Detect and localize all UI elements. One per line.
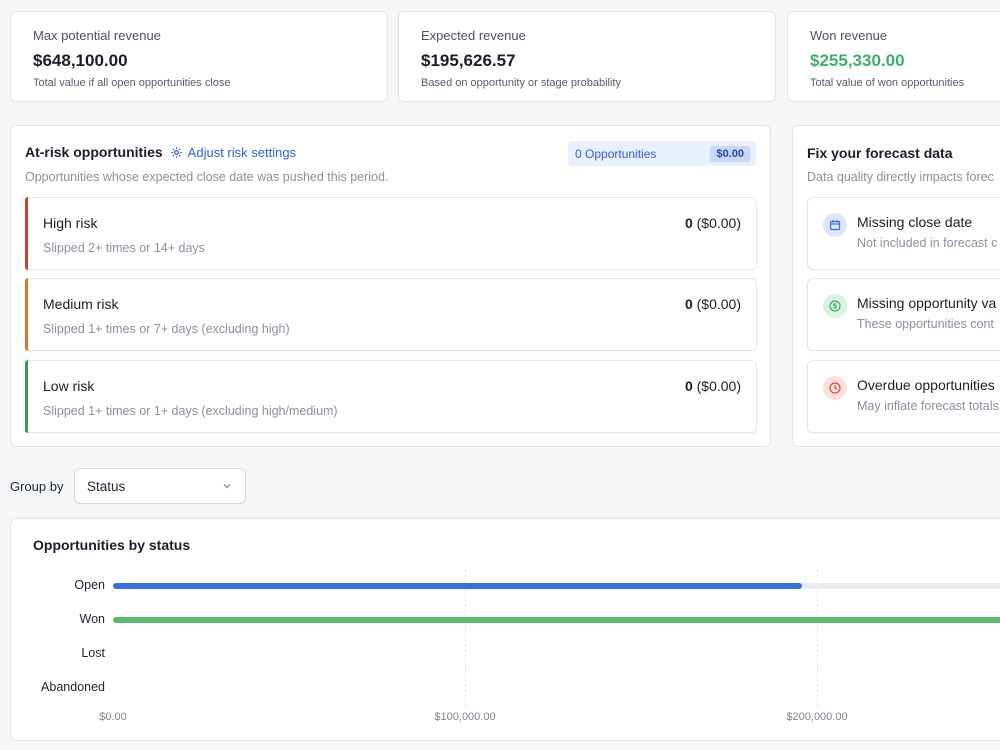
fix-row-name: Missing close date: [857, 214, 973, 230]
stat-value: $195,626.57: [421, 51, 516, 70]
stat-subtext: Total value if all open opportunities cl…: [33, 77, 231, 89]
risk-description: Slipped 1+ times or 7+ days (excluding h…: [43, 322, 290, 336]
opportunities-chart-card: Opportunities by status Open Won Lost Aband…: [10, 518, 1000, 741]
gridline: [817, 569, 818, 707]
at-risk-panel: At-risk opportunities Adjust risk settin…: [10, 125, 771, 447]
stat-value: $255,330.00: [810, 51, 905, 70]
chart-area: Open Won Lost Abandoned $0.00 $100,000.00 $200…: [11, 519, 1000, 740]
risk-name: High risk: [43, 215, 98, 231]
group-by-label: Group by: [10, 479, 64, 494]
risk-count-number: 0: [684, 215, 693, 231]
clock-icon: [823, 376, 847, 400]
at-risk-summary-pill: 0 Opportunities $0.00: [568, 141, 756, 166]
risk-count: 0 ($0.00): [685, 296, 741, 312]
group-by-select[interactable]: Status: [74, 468, 246, 504]
risk-count: 0 ($0.00): [685, 215, 741, 231]
adjust-risk-settings-link[interactable]: Adjust risk settings: [170, 145, 296, 160]
stat-label: Max potential revenue: [33, 28, 161, 43]
fix-forecast-title: Fix your forecast data: [807, 145, 953, 161]
calendar-icon: [823, 213, 847, 237]
risk-color-bar: [25, 360, 28, 433]
risk-row-high[interactable]: High risk Slipped 2+ times or 14+ days 0…: [25, 197, 757, 270]
group-by-selected-value: Status: [87, 478, 126, 494]
category-label: Open: [74, 578, 105, 592]
dollar-icon: $: [823, 294, 847, 318]
risk-count: 0 ($0.00): [685, 378, 741, 394]
stat-card-expected: Expected revenue $195,626.57 Based on op…: [398, 11, 776, 102]
svg-text:$: $: [832, 302, 837, 311]
at-risk-count: 0 Opportunities: [575, 146, 657, 161]
stat-label: Won revenue: [810, 28, 888, 43]
category-label: Won: [79, 612, 105, 626]
fix-forecast-description: Data quality directly impacts forec: [807, 170, 994, 184]
risk-count-number: 0: [684, 296, 693, 312]
x-tick-label: $100,000.00: [434, 711, 496, 723]
gridline: [465, 569, 466, 707]
stat-card-won: Won revenue $255,330.00 Total value of w…: [787, 11, 1000, 102]
risk-name: Medium risk: [43, 296, 119, 312]
at-risk-description: Opportunities whose expected close date …: [25, 170, 389, 184]
risk-row-medium[interactable]: Medium risk Slipped 1+ times or 7+ days …: [25, 278, 757, 351]
stat-value: $648,100.00: [33, 51, 128, 70]
x-tick-label: $200,000.00: [786, 711, 848, 723]
adjust-risk-settings-label: Adjust risk settings: [187, 144, 297, 160]
fix-row-name: Missing opportunity va: [857, 295, 997, 311]
stat-subtext: Total value of won opportunities: [810, 77, 965, 89]
at-risk-amount-badge: $0.00: [710, 145, 750, 162]
risk-count-amount: ($0.00): [696, 296, 741, 312]
category-label: Lost: [81, 646, 105, 660]
risk-row-low[interactable]: Low risk Slipped 1+ times or 1+ days (ex…: [25, 360, 757, 433]
stat-subtext: Based on opportunity or stage probabilit…: [421, 77, 621, 89]
risk-description: Slipped 2+ times or 14+ days: [43, 241, 205, 255]
risk-color-bar: [25, 278, 28, 351]
chevron-down-icon: [223, 484, 231, 489]
fix-row-overdue[interactable]: Overdue opportunities May inflate foreca…: [807, 360, 1000, 433]
at-risk-title: At-risk opportunities: [25, 144, 163, 160]
stat-card-max-potential: Max potential revenue $648,100.00 Total …: [10, 11, 388, 102]
category-label: Abandoned: [41, 680, 105, 694]
x-tick-label: $0.00: [99, 711, 127, 723]
risk-count-amount: ($0.00): [696, 378, 741, 394]
risk-description: Slipped 1+ times or 1+ days (excluding h…: [43, 404, 338, 418]
fix-row-name: Overdue opportunities: [857, 377, 995, 393]
fix-row-description: May inflate forecast totals: [857, 399, 999, 413]
fix-row-missing-close-date[interactable]: Missing close date Not included in forec…: [807, 197, 1000, 270]
stat-label: Expected revenue: [421, 28, 526, 43]
fix-row-missing-value[interactable]: $ Missing opportunity va These opportuni…: [807, 278, 1000, 351]
fix-row-description: Not included in forecast c: [857, 236, 998, 250]
risk-name: Low risk: [43, 378, 95, 394]
fix-row-description: These opportunities cont: [857, 317, 994, 331]
bar-open[interactable]: [113, 583, 802, 589]
risk-count-amount: ($0.00): [696, 215, 741, 231]
fix-forecast-panel: Fix your forecast data Data quality dire…: [792, 125, 1000, 447]
risk-count-number: 0: [684, 378, 693, 394]
gear-icon: [170, 146, 182, 158]
bar-won[interactable]: [113, 617, 1000, 623]
risk-color-bar: [25, 197, 28, 270]
